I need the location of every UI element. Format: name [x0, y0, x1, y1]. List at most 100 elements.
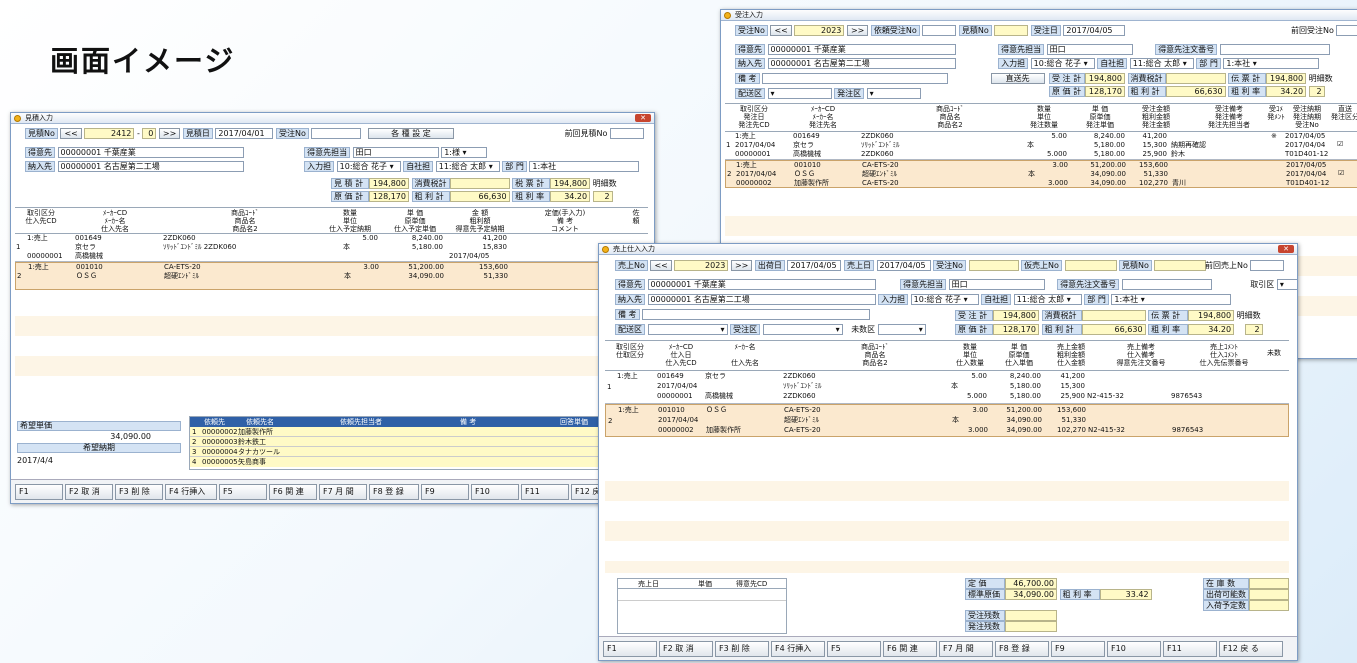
close-icon[interactable]: ✕	[635, 114, 651, 122]
row-qty[interactable]: 5.00	[320, 234, 378, 243]
row-unit[interactable]: 本	[344, 272, 351, 281]
row-order-note[interactable]: 納期再確認	[1171, 141, 1206, 150]
shipping-select[interactable]: ▾	[767, 88, 832, 99]
list-item[interactable]: 3 00000004 タナカツール	[190, 447, 648, 457]
sales-no-field[interactable]: 2023	[674, 260, 729, 271]
row-kubun[interactable]: 1:売上	[27, 234, 48, 243]
row-purchase-date[interactable]: 2017/04/04	[658, 416, 698, 425]
customer-contact-field[interactable]: 田口	[352, 147, 439, 158]
shipping-select[interactable]: ▾	[647, 324, 728, 335]
estimate-sub-field[interactable]: 0	[142, 128, 157, 139]
own-staff-select[interactable]: 11:総合 太郎 ▾	[435, 161, 500, 172]
row-kubun[interactable]: 1:売上	[28, 263, 49, 272]
row-order-qty[interactable]: 5.000	[1019, 150, 1067, 159]
input-staff-select[interactable]: 10:総合 花子 ▾	[910, 294, 979, 305]
direct-ship-checkbox[interactable]: ☑	[1338, 169, 1344, 178]
prev-record-button[interactable]: <<	[770, 25, 792, 36]
row-qty[interactable]: 3.00	[321, 263, 379, 272]
row-price[interactable]: 51,200.00	[386, 263, 444, 272]
row-supplier-cd[interactable]: 00000002	[658, 426, 694, 435]
estimate-no-field[interactable]: 2412	[84, 128, 135, 139]
prev-estimate-field[interactable]	[610, 128, 644, 139]
ship-date-field[interactable]: 2017/04/05	[787, 260, 842, 271]
department-select[interactable]: 1:本社 ▾	[1111, 294, 1232, 305]
department-select[interactable]: 1:本社 ▾	[1223, 58, 1320, 69]
f11-button[interactable]: F11	[1163, 641, 1217, 657]
row-price[interactable]: 8,240.00	[385, 234, 443, 243]
next-record-button[interactable]: >>	[158, 128, 181, 139]
next-record-button[interactable]: >>	[846, 25, 869, 36]
f2-cancel-button[interactable]: F2 取 消	[65, 484, 113, 500]
customer-contact-field[interactable]: 田口	[948, 279, 1045, 290]
estimate-date-field[interactable]: 2017/04/01	[215, 128, 274, 139]
row-supplier[interactable]: 高橋機械	[793, 150, 821, 159]
row-price[interactable]: 8,240.00	[989, 372, 1041, 381]
row-kubun[interactable]: 1:売上	[618, 406, 639, 415]
f5-button[interactable]: F5	[827, 641, 881, 657]
desired-date-value[interactable]: 2017/4/4	[17, 456, 53, 465]
f11-button[interactable]: F11	[521, 484, 569, 500]
request-order-field[interactable]	[922, 25, 957, 36]
row-product[interactable]: 2ZDK060	[861, 132, 894, 141]
row-product-name2[interactable]: 2ZDK060	[861, 150, 894, 159]
list-item[interactable]	[618, 589, 786, 601]
f1-button[interactable]: F1	[603, 641, 657, 657]
input-staff-select[interactable]: 10:総合 花子 ▾	[336, 161, 401, 172]
customer-field[interactable]: 00000001 千葉産業	[647, 279, 876, 290]
prev-order-field[interactable]	[1336, 25, 1357, 36]
row-product-name2[interactable]: CA-ETS-20	[862, 179, 899, 188]
sales-date-field[interactable]: 2017/04/05	[876, 260, 931, 271]
close-icon[interactable]: ✕	[1278, 245, 1294, 253]
row-maker-cd[interactable]: 001649	[657, 372, 684, 381]
row-product[interactable]: CA-ETS-20	[862, 161, 899, 170]
delivery-field[interactable]: 00000001 名古屋第二工場	[57, 161, 244, 172]
direct-ship-button[interactable]: 直送先	[990, 73, 1045, 84]
estimate-no-field[interactable]	[994, 25, 1029, 36]
f9-button[interactable]: F9	[1051, 641, 1105, 657]
row-product[interactable]: 2ZDK060	[783, 372, 816, 381]
row-unit[interactable]: 本	[1027, 141, 1034, 150]
f7-monthly-button[interactable]: F7 月 間	[319, 484, 367, 500]
row-due[interactable]: 2017/04/05	[1286, 161, 1326, 170]
row-purchase-price[interactable]: 5,180.00	[989, 392, 1041, 401]
unsettled-type-select[interactable]: ▾	[877, 324, 926, 335]
customer-contact-field[interactable]: 田口	[1046, 44, 1133, 55]
customer-po-field[interactable]	[1121, 279, 1212, 290]
note-field[interactable]	[642, 309, 871, 320]
trade-type-select[interactable]: ▾	[1276, 279, 1297, 290]
direct-ship-checkbox[interactable]: ☑	[1337, 140, 1343, 149]
row-code[interactable]: 00000002	[736, 179, 772, 188]
row-cost[interactable]: 34,090.00	[990, 416, 1042, 425]
row-supplier[interactable]: 高橋機械	[705, 392, 733, 401]
row-maker[interactable]: 京セラ	[793, 141, 814, 150]
row-product-name2[interactable]: CA-ETS-20	[784, 426, 821, 435]
row-customer-po[interactable]: N2-415-32	[1088, 426, 1125, 435]
row-kubun[interactable]: 1:売上	[736, 161, 757, 170]
row-code[interactable]: 00000001	[735, 150, 771, 159]
f3-delete-button[interactable]: F3 削 除	[115, 484, 163, 500]
row-qty[interactable]: 5.00	[943, 372, 987, 381]
purchase-type-select[interactable]: ▾	[866, 88, 921, 99]
row-unit[interactable]: 本	[952, 416, 959, 425]
row-order-contact[interactable]: 鈴木	[1171, 150, 1185, 159]
row-due[interactable]: 2017/04/05	[1285, 132, 1325, 141]
f1-button[interactable]: F1	[15, 484, 63, 500]
row-maker-cd[interactable]: 001010	[658, 406, 685, 415]
row-product-name[interactable]: ｿﾘｯﾄﾞｴﾝﾄﾞﾐﾙ 2ZDK060	[163, 243, 236, 252]
row-product-name2[interactable]: 2ZDK060	[783, 392, 816, 401]
prev-record-button[interactable]: <<	[650, 260, 672, 271]
row-qty[interactable]: 3.00	[1020, 161, 1068, 170]
estimate-no-field[interactable]	[1154, 260, 1207, 271]
row-unit[interactable]: 本	[1028, 170, 1035, 179]
row-unit[interactable]: 本	[343, 243, 350, 252]
order-no-field[interactable]: 2023	[794, 25, 845, 36]
f12-back-button[interactable]: F12 戻 る	[1219, 641, 1283, 657]
row-purchase-qty[interactable]: 3.000	[944, 426, 988, 435]
row-supplier[interactable]: 加藤製作所	[706, 426, 741, 435]
row-kubun[interactable]: 1:売上	[735, 132, 756, 141]
row-product-name[interactable]: 超硬ｴﾝﾄﾞﾐﾙ	[784, 416, 819, 425]
row-price[interactable]: 51,200.00	[990, 406, 1042, 415]
row-product[interactable]: CA-ETS-20	[164, 263, 201, 272]
row-maker[interactable]: ＯＳＧ	[76, 272, 97, 281]
table-row[interactable]: 1 1:売上 2017/04/04 00000001 001649 京セラ 高橋…	[725, 132, 1357, 160]
